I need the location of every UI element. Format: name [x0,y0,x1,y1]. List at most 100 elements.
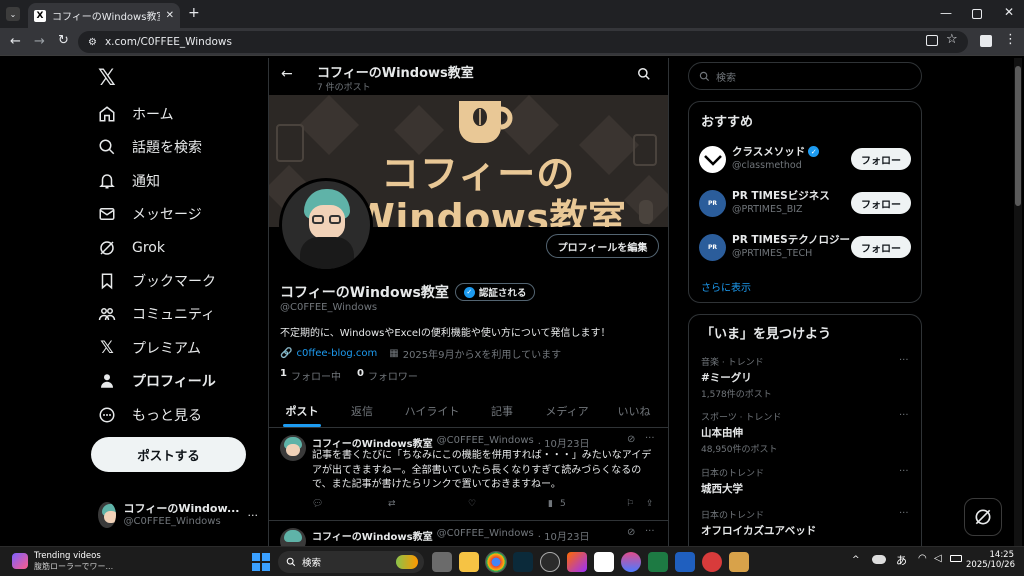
followers-count[interactable]: 0 [357,368,364,383]
extensions-icon[interactable] [980,35,992,47]
grok-floating-button[interactable] [964,498,1002,536]
more-icon[interactable]: ··· [645,433,655,444]
recommend-name[interactable]: クラスメソッド [732,144,805,159]
close-window-icon[interactable]: ✕ [1004,5,1014,19]
task-view-icon[interactable] [432,552,452,572]
follow-button[interactable]: フォロー [851,192,911,214]
nav-premium[interactable]: 𝕏 プレミアム [96,332,201,364]
clock[interactable]: 14:25 2025/10/26 [966,550,1015,570]
new-tab-icon[interactable]: + [188,5,200,21]
profile-link[interactable]: c0ffee-blog.com [296,348,377,359]
site-info-icon[interactable]: ⚙ [88,37,97,48]
tab-articles[interactable]: 記事 [477,403,527,419]
ime-indicator[interactable]: あ [896,552,907,568]
tweet-avatar[interactable] [280,528,306,546]
browser-menu-icon[interactable]: ⋮ [1004,32,1017,47]
install-app-icon[interactable] [926,35,938,46]
browser-tab[interactable]: X コフィーのWindows教室（@C0FFEE ✕ [28,3,180,28]
following-count[interactable]: 1 [280,368,287,383]
reload-icon[interactable]: ↻ [58,33,69,48]
more-icon[interactable]: ··· [248,509,259,522]
recommend-item[interactable]: PR PR TIMESビジネス @PRTIMES_BIZ フォロー [699,188,913,222]
restore-icon[interactable] [972,9,982,19]
back-arrow-icon[interactable]: ← [281,66,293,82]
following-label[interactable]: フォロー中 [291,368,341,383]
x-logo-icon[interactable]: 𝕏 [98,66,116,91]
nav-bookmarks[interactable]: ブックマーク [96,265,216,297]
grok-icon[interactable]: ⊘ [627,434,635,445]
followers-label[interactable]: フォロワー [368,368,418,383]
account-switcher[interactable]: コフィーのWindow... @C0FFEE_Windows ··· [98,500,258,530]
nav-notifications[interactable]: 通知 [96,165,160,197]
chrome-icon[interactable] [485,551,507,573]
nav-messages[interactable]: メッセージ [96,198,202,230]
tab-highlights[interactable]: ハイライト [397,403,467,419]
retweet-icon[interactable]: ⇄ [388,499,396,509]
back-icon[interactable]: ← [10,34,21,49]
app-icon[interactable] [729,552,749,572]
tab-posts[interactable]: ポスト [277,403,327,419]
follow-button[interactable]: フォロー [851,236,911,258]
more-icon[interactable]: ··· [899,355,909,366]
show-more-link[interactable]: さらに表示 [701,279,751,294]
chatgpt-icon[interactable] [540,552,560,572]
get-verified-button[interactable]: ✓ 認証される [454,283,536,301]
chevron-up-icon[interactable]: ^ [852,555,860,565]
nav-grok[interactable]: Grok [96,232,165,264]
nav-more[interactable]: もっと見る [96,399,202,431]
word-icon[interactable] [675,552,695,572]
trend-item[interactable]: 日本のトレンド 城西大学 ··· [701,466,913,500]
volume-icon[interactable]: ◁ [934,553,942,564]
tweet-author[interactable]: コフィーのWindows教室 [312,528,433,543]
trend-item[interactable]: 音楽 · トレンド #ミーグリ 1,578件のポスト ··· [701,355,913,400]
url-text[interactable]: x.com/C0FFEE_Windows [105,36,232,48]
scrollbar-thumb[interactable] [1015,66,1021,206]
battery-icon[interactable] [950,555,962,562]
more-icon[interactable]: ··· [899,410,909,421]
tab-media[interactable]: メディア [537,403,597,419]
start-button[interactable] [252,553,270,571]
taskbar-search[interactable]: 検索 [278,551,424,573]
more-icon[interactable]: ··· [899,508,909,519]
tab-replies[interactable]: 返信 [337,403,387,419]
tweet[interactable]: コフィーのWindows教室 @C0FFEE_Windows · 10月23日 … [269,522,668,546]
recommend-item[interactable]: クラスメソッド ✓ @classmethod フォロー [699,144,913,178]
share-icon[interactable]: ⇪ [646,499,654,509]
more-icon[interactable]: ··· [645,526,655,537]
follow-button[interactable]: フォロー [851,148,911,170]
trend-item[interactable]: スポーツ · トレンド 山本由伸 48,950件のポスト ··· [701,410,913,455]
vscode-app-icon[interactable] [513,552,533,572]
bookmark-star-icon[interactable]: ☆ [946,32,958,47]
reply-icon[interactable]: 💬︎ [312,499,323,509]
edit-profile-button[interactable]: プロフィールを編集 [546,234,659,258]
profile-avatar[interactable] [279,178,373,272]
nav-profile[interactable]: プロフィール [96,365,216,397]
app-icon[interactable] [621,552,641,572]
tab-likes[interactable]: いいね [609,403,659,419]
search-icon[interactable] [637,67,651,81]
nav-home[interactable]: ホーム [96,98,174,130]
search-box[interactable]: 検索 [688,62,922,90]
more-icon[interactable]: ··· [899,466,909,477]
file-explorer-icon[interactable] [459,552,479,572]
cloud-icon[interactable] [872,555,886,564]
close-tab-icon[interactable]: ✕ [166,10,174,21]
scrollbar-track[interactable] [1014,58,1022,546]
views-icon[interactable]: ▮ [548,499,553,509]
tweet-date[interactable]: · 10月23日 [538,435,590,450]
nav-explore[interactable]: 話題を検索 [96,131,202,163]
recommend-item[interactable]: PR PR TIMESテクノロジー @PRTIMES_TECH フォロー [699,232,913,266]
tweet-author[interactable]: コフィーのWindows教室 [312,435,433,450]
wifi-icon[interactable]: ◠ [918,553,927,564]
minimize-icon[interactable]: — [940,6,952,20]
app-icon[interactable] [702,552,722,572]
trend-item[interactable]: 日本のトレンド オフロイカズユアベッド ··· [701,508,913,542]
tab-list-button[interactable]: ⌄ [6,7,20,21]
post-button[interactable]: ポストする [91,437,246,472]
like-icon[interactable]: ♡ [468,499,476,509]
notion-icon[interactable] [594,552,614,572]
recommend-name[interactable]: PR TIMESビジネス [732,188,830,203]
excel-icon[interactable] [648,552,668,572]
nav-communities[interactable]: コミュニティ [96,298,215,330]
tweet-date[interactable]: · 10月23日 [538,528,590,543]
